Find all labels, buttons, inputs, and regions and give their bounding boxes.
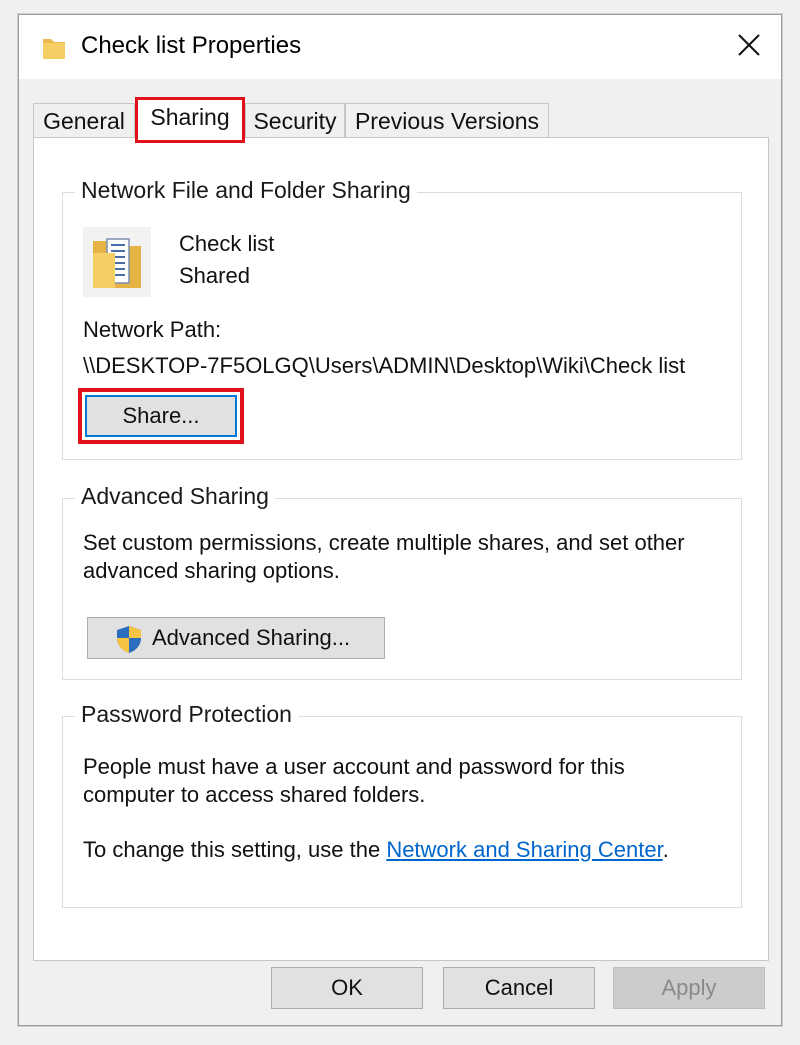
ok-button[interactable]: OK (271, 967, 423, 1009)
tab-sharing[interactable]: Sharing (135, 97, 245, 143)
password-protection-title: Password Protection (75, 701, 298, 728)
advanced-sharing-group: Advanced Sharing Set custom permissions,… (62, 483, 742, 680)
advanced-sharing-button[interactable]: Advanced Sharing... (87, 617, 385, 659)
change-suffix: . (662, 837, 669, 862)
network-sharing-title: Network File and Folder Sharing (75, 177, 417, 204)
folder-name: Check list (179, 231, 275, 256)
advanced-sharing-title: Advanced Sharing (75, 483, 275, 510)
network-path-value[interactable]: \\DESKTOP-7F5OLGQ\Users\ADMIN\Desktop\Wi… (83, 353, 715, 379)
tab-previous-versions[interactable]: Previous Versions (345, 103, 549, 139)
title-bar[interactable]: Check list Properties (19, 15, 781, 79)
network-path-label: Network Path: (83, 317, 222, 342)
password-protection-group: Password Protection People must have a u… (62, 701, 742, 908)
password-change-instruction: To change this setting, use the Network … (83, 837, 669, 863)
close-button[interactable] (717, 15, 781, 79)
share-button[interactable]: Share... (78, 388, 244, 444)
network-sharing-group: Network File and Folder Sharing Check li… (62, 177, 742, 460)
password-protection-description: People must have a user account and pass… (83, 754, 625, 807)
sharing-panel: Network File and Folder Sharing Check li… (33, 137, 769, 961)
advanced-sharing-description: Set custom permissions, create multiple … (83, 530, 685, 583)
cancel-button[interactable]: Cancel (443, 967, 595, 1009)
tab-security[interactable]: Security (245, 103, 345, 139)
shared-folder-icon (83, 227, 151, 302)
close-icon (737, 33, 761, 62)
advanced-sharing-button-label: Advanced Sharing... (152, 625, 351, 650)
tab-strip: General Sharing Security Previous Versio… (33, 97, 773, 143)
properties-dialog: Check list Properties General Sharing Se… (18, 14, 782, 1026)
window-title: Check list Properties (81, 32, 302, 59)
change-prefix: To change this setting, use the (83, 837, 387, 862)
network-sharing-center-link[interactable]: Network and Sharing Center (386, 837, 662, 862)
folder-status: Shared (179, 263, 250, 288)
uac-shield-icon (114, 624, 144, 660)
folder-icon (41, 33, 67, 66)
apply-button[interactable]: Apply (613, 967, 765, 1009)
tab-general[interactable]: General (33, 103, 135, 139)
